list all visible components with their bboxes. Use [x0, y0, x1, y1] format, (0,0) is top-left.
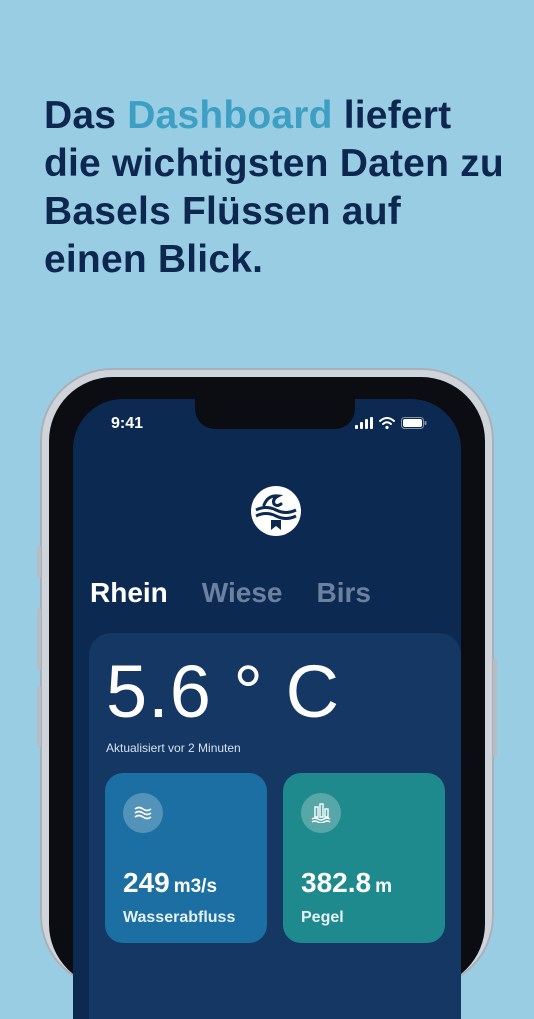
- temperature-value: 5.6 ° C: [106, 650, 341, 733]
- level-unit: m: [375, 876, 392, 897]
- app-screen: 9:41 Rhein Wiese Birs 5.6 ° C Aktualisie…: [73, 399, 461, 1019]
- level-number: 382.8: [301, 867, 372, 898]
- status-time: 9:41: [111, 415, 144, 432]
- phone-bezel: 9:41 Rhein Wiese Birs 5.6 ° C Aktualisie…: [49, 377, 485, 1019]
- level-tile[interactable]: 382.8 m Pegel: [283, 773, 445, 943]
- flow-number: 249: [123, 867, 170, 898]
- phone-volume-up: [37, 608, 41, 670]
- updated-text: Aktualisiert vor 2 Minuten: [106, 741, 241, 755]
- signal-icon: [355, 417, 373, 429]
- tab-birs[interactable]: Birs: [316, 577, 370, 609]
- river-tabs: Rhein Wiese Birs: [90, 577, 371, 609]
- phone-volume-down: [37, 686, 41, 748]
- level-value: 382.8 m: [301, 867, 392, 899]
- battery-icon: [401, 417, 427, 429]
- phone-power-button: [493, 658, 497, 756]
- wifi-icon: [379, 417, 395, 429]
- water-level-icon: [301, 793, 341, 833]
- level-label: Pegel: [301, 909, 344, 926]
- basel-river-logo: [251, 486, 301, 536]
- waves-icon: [123, 793, 163, 833]
- tab-rhein[interactable]: Rhein: [90, 577, 168, 609]
- flow-unit: m3/s: [173, 876, 218, 897]
- headline-accent: Dashboard: [127, 94, 333, 137]
- flow-label: Wasserabfluss: [123, 909, 236, 926]
- phone-side-button: [37, 546, 41, 578]
- tab-wiese[interactable]: Wiese: [202, 577, 283, 609]
- notch: [195, 399, 355, 429]
- river-card: 5.6 ° C Aktualisiert vor 2 Minuten 249 m3…: [89, 633, 461, 1019]
- flow-tile[interactable]: 249 m3/s Wasserabfluss: [105, 773, 267, 943]
- phone-frame: 9:41 Rhein Wiese Birs 5.6 ° C Aktualisie…: [37, 368, 497, 1019]
- flow-value: 249 m3/s: [123, 867, 217, 899]
- headline-part-1: Das: [44, 94, 128, 137]
- status-icons: [355, 417, 427, 429]
- headline: Das Dashboard liefert die wichtigsten Da…: [44, 92, 514, 284]
